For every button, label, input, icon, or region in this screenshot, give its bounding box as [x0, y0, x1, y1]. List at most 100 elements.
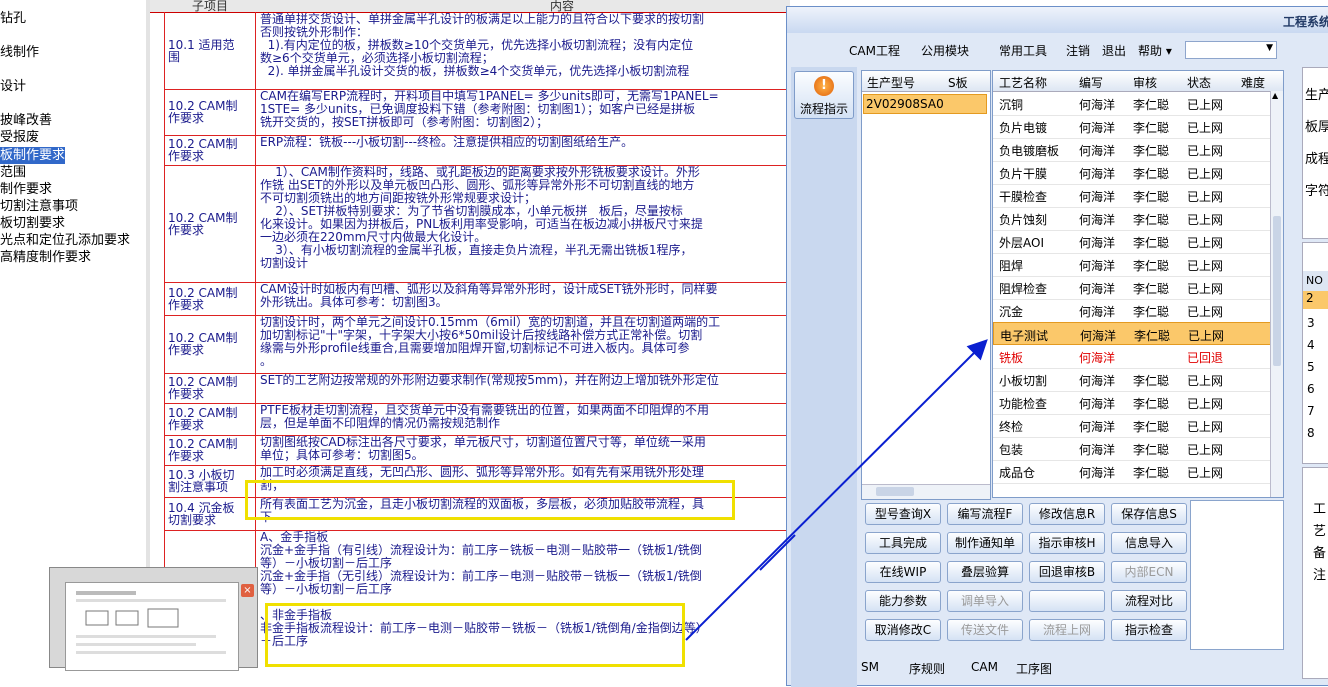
status-cell: 已上网 [1187, 397, 1224, 411]
col-model: 生产型号 [867, 76, 916, 90]
scroll-thumb[interactable] [1273, 216, 1281, 366]
process-name-cell: 功能检查 [999, 397, 1048, 411]
action-button[interactable]: 指示审核H [1029, 532, 1105, 554]
action-button[interactable]: 指示检查 [1111, 619, 1187, 641]
menu-logout[interactable]: 注销 [1066, 42, 1090, 59]
tree-item[interactable]: 线制作 [0, 44, 39, 61]
process-vscrollbar[interactable]: ▲ [1270, 91, 1283, 497]
tree-item[interactable]: 设计 [0, 78, 26, 95]
process-row[interactable]: 小板切割 何海洋 李仁聪 已上网 [993, 368, 1273, 392]
tree-item[interactable]: 切割注意事项 [0, 198, 78, 215]
tab-sm[interactable]: SM [861, 660, 879, 674]
memo-box[interactable] [1190, 500, 1284, 650]
table-row: 10.2 CAM制 作要求 PTFE板材走切割流程，且交货单元中没有需要铣出的位置… [164, 403, 790, 436]
action-button[interactable]: 能力参数 [865, 590, 941, 612]
tree-item[interactable]: 板制作要求 [0, 147, 66, 164]
product-grid[interactable]: 生产型号 S板 2V02908SA0 [861, 70, 991, 500]
window-titlebar[interactable]: 工程系统 [787, 7, 1328, 33]
number-row-selected[interactable]: 2 [1303, 291, 1328, 309]
scroll-up-icon[interactable]: ▲ [1272, 91, 1278, 100]
tab-rules[interactable]: 序规则 [909, 660, 945, 677]
tree-item[interactable]: 高精度制作要求 [0, 249, 91, 266]
process-row[interactable]: 阻焊检查 何海洋 李仁聪 已上网 [993, 276, 1273, 300]
action-button[interactable]: 传送文件 [947, 619, 1023, 641]
action-button[interactable]: 型号查询X [865, 503, 941, 525]
tree-item[interactable]: 制作要求 [0, 181, 52, 198]
action-button[interactable]: 保存信息S [1111, 503, 1187, 525]
process-row[interactable]: 阻焊 何海洋 李仁聪 已上网 [993, 253, 1273, 277]
process-name-cell: 负片干膜 [999, 167, 1048, 181]
menu-exit[interactable]: 退出 [1102, 42, 1126, 59]
process-row[interactable]: 电子测试 何海洋 李仁聪 已上网 [993, 322, 1273, 345]
action-button[interactable]: 流程上网 [1029, 619, 1105, 641]
menu-cam[interactable]: CAM工程 [849, 42, 900, 59]
action-button[interactable]: 流程对比 [1111, 590, 1187, 612]
tree-item[interactable]: 光点和定位孔添加要求 [0, 232, 130, 249]
menu-help[interactable]: 帮助 ▾ [1138, 42, 1172, 59]
number-row[interactable]: 8 [1307, 426, 1315, 440]
tab-cam[interactable]: CAM [971, 660, 998, 674]
note-label-4: 注 [1313, 568, 1327, 583]
process-row[interactable]: 负片电镀 何海洋 李仁聪 已上网 [993, 115, 1273, 139]
number-row[interactable]: 7 [1307, 404, 1315, 418]
action-button[interactable] [1029, 590, 1105, 612]
process-row[interactable]: 负电镀磨板 何海洋 李仁聪 已上网 [993, 138, 1273, 162]
process-row[interactable]: 包装 何海洋 李仁聪 已上网 [993, 437, 1273, 461]
status-cell: 已回退 [1187, 351, 1224, 365]
number-grid[interactable]: NO 2 3 4 5 6 7 8 [1302, 242, 1328, 464]
menu-common-module[interactable]: 公用模块 [921, 42, 969, 59]
action-button[interactable]: 工具完成 [865, 532, 941, 554]
process-row[interactable]: 沉金 何海洋 李仁聪 已上网 [993, 299, 1273, 323]
process-row[interactable]: 铣板 何海洋 已回退 [993, 345, 1273, 369]
thumbnail-preview[interactable]: × [49, 567, 258, 671]
tree-item[interactable]: 钻孔 [0, 10, 26, 27]
process-row[interactable]: 功能检查 何海洋 李仁聪 已上网 [993, 391, 1273, 415]
tree-item[interactable]: 披峰改善 [0, 112, 52, 129]
number-row[interactable]: 4 [1307, 338, 1315, 352]
number-row[interactable]: 5 [1307, 360, 1315, 374]
process-row[interactable]: 终检 何海洋 李仁聪 已上网 [993, 414, 1273, 438]
status-cell: 已上网 [1187, 98, 1224, 112]
action-button[interactable]: 回退审核B [1029, 561, 1105, 583]
action-button[interactable]: 信息导入 [1111, 532, 1187, 554]
action-button[interactable]: 制作通知单 [947, 532, 1023, 554]
product-hscrollbar[interactable] [862, 484, 990, 499]
action-button[interactable]: 叠层验算 [947, 561, 1023, 583]
action-button[interactable]: 取消修改C [865, 619, 941, 641]
tree-item[interactable]: 范围 [0, 164, 26, 181]
action-button[interactable]: 调单导入 [947, 590, 1023, 612]
process-grid[interactable]: 工艺名称 编写 审核 状态 难度 沉铜 何海洋 李仁聪 已上网 负片电镀 何海洋 李仁聪 已上… [992, 70, 1284, 498]
toolbar-combo[interactable]: ▼ [1185, 41, 1277, 59]
tab-process-drawing[interactable]: 工序图 [1016, 660, 1052, 677]
flow-guide-button[interactable]: ! 流程指示 [794, 71, 854, 119]
process-name-cell: 阻焊 [999, 259, 1024, 273]
number-row[interactable]: 3 [1307, 316, 1315, 330]
process-row[interactable]: 外层AOI 何海洋 李仁聪 已上网 [993, 230, 1273, 254]
table-row: 10.2 CAM制 作要求 ERP流程：铣板---小板切割---终检。注意提供相应… [164, 135, 790, 166]
note-label-1: 工 [1313, 502, 1327, 517]
action-button[interactable]: 修改信息R [1029, 503, 1105, 525]
content-cell: CAM在编写ERP流程时，开料项目中填写1PANEL= 多少units即可，无需… [260, 90, 719, 129]
process-row[interactable]: 负片蚀刻 何海洋 李仁聪 已上网 [993, 207, 1273, 231]
process-row[interactable]: 干膜检查 何海洋 李仁聪 已上网 [993, 184, 1273, 208]
product-row[interactable]: 2V02908SA0 [863, 94, 987, 114]
process-row[interactable]: 成品仓 何海洋 李仁聪 已上网 [993, 460, 1273, 484]
reviewer-cell: 李仁聪 [1133, 397, 1170, 411]
menu-tools[interactable]: 常用工具 [999, 42, 1047, 59]
process-row[interactable]: 负片干膜 何海洋 李仁聪 已上网 [993, 161, 1273, 185]
status-cell: 已上网 [1188, 329, 1225, 343]
action-button[interactable]: 编写流程F [947, 503, 1023, 525]
flow-guide-label: 流程指示 [799, 102, 848, 116]
menu-help-label: 帮助 [1138, 44, 1163, 58]
tree-item[interactable]: 受报废 [0, 129, 39, 146]
scroll-thumb[interactable] [876, 487, 914, 496]
close-icon[interactable]: × [241, 584, 254, 597]
note-label-2: 艺 [1313, 524, 1327, 539]
number-row[interactable]: 6 [1307, 382, 1315, 396]
reviewer-cell: 李仁聪 [1133, 144, 1170, 158]
action-button[interactable]: 在线WIP [865, 561, 941, 583]
col-process-name: 工艺名称 [999, 76, 1048, 90]
action-button[interactable]: 内部ECN [1111, 561, 1187, 583]
process-row[interactable]: 沉铜 何海洋 李仁聪 已上网 [993, 92, 1273, 116]
tree-item[interactable]: 板切割要求 [0, 215, 65, 232]
